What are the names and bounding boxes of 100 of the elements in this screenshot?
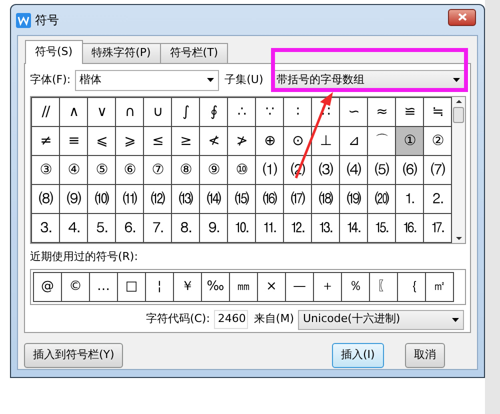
recent-symbol-cell[interactable]: ％	[342, 272, 370, 300]
symbol-cell[interactable]: ≌	[396, 98, 424, 127]
symbol-cell[interactable]: ⩽	[88, 127, 116, 156]
tab[interactable]: 特殊字符(P)	[82, 43, 161, 64]
recent-symbol-cell[interactable]: ¦	[146, 272, 174, 300]
symbol-cell[interactable]: ②	[424, 127, 452, 156]
tab[interactable]: 符号(S)	[25, 40, 83, 64]
symbol-cell[interactable]: ⊿	[340, 127, 368, 156]
symbol-cell[interactable]: ⒖	[368, 214, 396, 243]
symbol-cell[interactable]: ≈	[368, 98, 396, 127]
symbol-cell[interactable]: ⊙	[284, 127, 312, 156]
symbol-cell[interactable]: ⑻	[32, 185, 60, 214]
symbol-cell[interactable]: ≥	[172, 127, 200, 156]
dialog-button[interactable]: 取消	[405, 343, 445, 368]
symbol-cell[interactable]: ≒	[424, 98, 452, 127]
symbol-cell[interactable]: ⒎	[144, 214, 172, 243]
symbol-cell[interactable]: ≯	[228, 127, 256, 156]
recent-symbol-cell[interactable]: ©	[62, 272, 90, 300]
symbol-cell[interactable]: ⒀	[172, 185, 200, 214]
font-dropdown[interactable]: 楷体	[74, 70, 219, 90]
symbol-cell[interactable]: ⒘	[424, 214, 452, 243]
recent-symbol-cell[interactable]: ｛	[398, 272, 426, 300]
symbol-cell[interactable]: ⑹	[396, 156, 424, 185]
symbol-cell[interactable]: ∨	[88, 98, 116, 127]
symbol-cell[interactable]: ⒋	[60, 214, 88, 243]
symbol-cell[interactable]: ⒗	[396, 214, 424, 243]
symbol-cell[interactable]: ⑧	[172, 156, 200, 185]
symbol-cell[interactable]: ⑴	[256, 156, 284, 185]
symbol-cell[interactable]: ⊥	[312, 127, 340, 156]
recent-symbol-cell[interactable]: ‰	[202, 272, 230, 300]
symbol-cell[interactable]: //	[32, 98, 60, 127]
symbol-cell[interactable]: ⑦	[144, 156, 172, 185]
symbol-cell[interactable]: ⒉	[424, 185, 452, 214]
symbol-cell[interactable]: ⑽	[88, 185, 116, 214]
symbol-cell[interactable]: ⑼	[60, 185, 88, 214]
recent-symbol-cell[interactable]: —	[286, 272, 314, 300]
symbol-cell[interactable]: ∫	[172, 98, 200, 127]
symbol-cell[interactable]: ∽	[340, 98, 368, 127]
symbol-cell[interactable]: ⑷	[340, 156, 368, 185]
symbol-cell[interactable]: ①	[396, 127, 424, 156]
recent-symbol-cell[interactable]: ㎡	[426, 272, 454, 300]
recent-symbol-cell[interactable]: …	[90, 272, 118, 300]
symbol-cell[interactable]: ⑶	[312, 156, 340, 185]
symbol-cell[interactable]: ⑩	[228, 156, 256, 185]
symbol-cell[interactable]: ⒈	[396, 185, 424, 214]
symbol-cell[interactable]: ④	[60, 156, 88, 185]
symbol-cell[interactable]: ⑸	[368, 156, 396, 185]
recent-symbol-cell[interactable]: 〖	[370, 272, 398, 300]
symbol-cell[interactable]: ⑥	[116, 156, 144, 185]
symbol-cell[interactable]: ≠	[32, 127, 60, 156]
symbol-cell[interactable]: ∪	[144, 98, 172, 127]
symbol-cell[interactable]: ⒌	[88, 214, 116, 243]
symbol-cell[interactable]: ≡	[60, 127, 88, 156]
symbol-cell[interactable]: ∮	[200, 98, 228, 127]
symbol-cell[interactable]: ⒐	[200, 214, 228, 243]
symbol-cell[interactable]: ⒏	[172, 214, 200, 243]
dialog-button[interactable]: 插入(I)	[332, 343, 384, 368]
symbol-cell[interactable]: ⒂	[228, 185, 256, 214]
close-button[interactable]	[448, 8, 476, 26]
recent-symbol-cell[interactable]: □	[118, 272, 146, 300]
symbol-cell[interactable]: ∧	[60, 98, 88, 127]
symbol-cell[interactable]: ⒁	[200, 185, 228, 214]
symbol-cell[interactable]: ⒒	[256, 214, 284, 243]
recent-symbol-cell[interactable]: ￥	[174, 272, 202, 300]
symbol-cell[interactable]: ⒆	[340, 185, 368, 214]
symbol-cell[interactable]: ⑿	[144, 185, 172, 214]
symbol-cell[interactable]: ⌒	[368, 127, 396, 156]
symbol-cell[interactable]: ⑨	[200, 156, 228, 185]
scrollbar[interactable]	[452, 97, 465, 243]
symbol-cell[interactable]: ⒅	[312, 185, 340, 214]
symbol-cell[interactable]: ⒃	[256, 185, 284, 214]
char-code-field[interactable]: 2460	[214, 310, 248, 329]
scrollbar-thumb[interactable]	[453, 107, 464, 123]
symbol-cell[interactable]: ⑤	[88, 156, 116, 185]
symbol-cell[interactable]: ⒍	[116, 214, 144, 243]
from-dropdown[interactable]: Unicode(十六进制)	[298, 310, 464, 330]
recent-symbol-cell[interactable]: ㎜	[230, 272, 258, 300]
page-scrollbar[interactable]	[485, 0, 500, 414]
symbol-cell[interactable]: ⩾	[116, 127, 144, 156]
symbol-cell[interactable]: ⊕	[256, 127, 284, 156]
symbol-cell[interactable]: ∵	[256, 98, 284, 127]
symbol-cell[interactable]: ⑺	[424, 156, 452, 185]
symbol-cell[interactable]: ③	[32, 156, 60, 185]
symbol-cell[interactable]: ⒕	[340, 214, 368, 243]
symbol-cell[interactable]: ∩	[116, 98, 144, 127]
symbol-cell[interactable]: ⒇	[368, 185, 396, 214]
recent-symbol-cell[interactable]: ×	[258, 272, 286, 300]
symbol-cell[interactable]: ⒊	[32, 214, 60, 243]
symbol-cell[interactable]: ∶	[284, 98, 312, 127]
symbol-cell[interactable]: ≤	[144, 127, 172, 156]
symbol-cell[interactable]: ⒔	[312, 214, 340, 243]
symbol-cell[interactable]: ⒄	[284, 185, 312, 214]
symbol-cell[interactable]: ≮	[200, 127, 228, 156]
recent-symbol-cell[interactable]: ＋	[314, 272, 342, 300]
symbol-cell[interactable]: ∴	[228, 98, 256, 127]
dialog-button[interactable]: 插入到符号栏(Y)	[24, 343, 124, 368]
tab[interactable]: 符号栏(T)	[160, 43, 228, 64]
symbol-cell[interactable]: ⑾	[116, 185, 144, 214]
recent-symbol-cell[interactable]: @	[34, 272, 62, 300]
symbol-cell[interactable]: ⒓	[284, 214, 312, 243]
